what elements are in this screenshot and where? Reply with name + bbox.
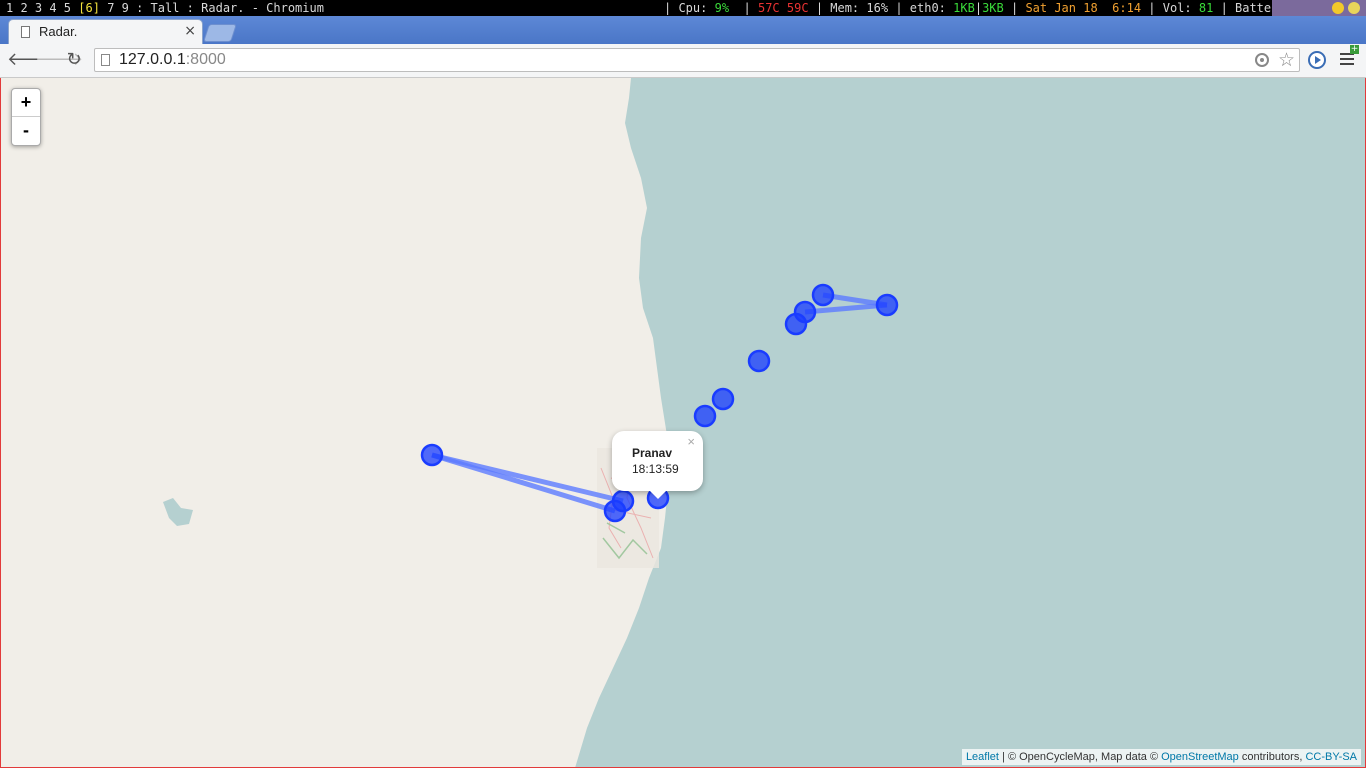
workspaces-after[interactable]: 7 9 xyxy=(107,1,129,15)
address-bar[interactable]: 127.0.0.1:8000 ☆ xyxy=(94,48,1300,72)
land-area xyxy=(1,78,669,767)
workspaces-before[interactable]: 1 2 3 4 5 xyxy=(6,1,71,15)
new-tab-button[interactable] xyxy=(203,24,237,42)
forward-button[interactable]: 🡒 xyxy=(35,49,83,71)
page-info-icon[interactable] xyxy=(101,54,110,66)
location-icon[interactable] xyxy=(1255,53,1269,67)
license-link[interactable]: CC-BY-SA xyxy=(1305,751,1357,763)
popup-close-icon[interactable]: × xyxy=(687,434,695,449)
url-port: :8000 xyxy=(185,51,226,68)
date: Sat Jan 18 xyxy=(1025,1,1098,15)
location-marker[interactable] xyxy=(747,349,771,373)
clock: 6:14 xyxy=(1112,1,1142,15)
net-up: 3KB xyxy=(982,1,1004,15)
temp-2: 59C xyxy=(786,1,809,15)
window-title: Radar. - Chromium xyxy=(201,1,324,15)
system-stats: | Cpu: 9% | 57C 59C | Mem: 16% | eth0: 1… xyxy=(664,1,1286,15)
location-marker[interactable] xyxy=(875,293,899,317)
update-badge: + xyxy=(1350,44,1359,54)
url-text[interactable]: 127.0.0.1:8000 xyxy=(119,51,226,69)
osm-link[interactable]: OpenStreetMap xyxy=(1161,751,1239,763)
vol-label: | Vol: xyxy=(1148,1,1192,15)
temp-1: 57C xyxy=(757,1,780,15)
location-marker[interactable] xyxy=(793,300,817,324)
back-button[interactable]: 🡐 xyxy=(7,49,55,71)
location-marker[interactable] xyxy=(811,283,835,307)
layout-label: : Tall : xyxy=(136,1,194,15)
attribution-text: | © OpenCycleMap, Map data © xyxy=(1002,751,1159,763)
url-host: 127.0.0.1 xyxy=(119,51,186,68)
page-icon xyxy=(21,26,30,38)
attribution-contributors: contributors, xyxy=(1241,751,1303,763)
workspace-current[interactable]: [6] xyxy=(78,1,100,15)
location-marker[interactable] xyxy=(693,404,717,428)
map-attribution: Leaflet | © OpenCycleMap, Map data © Ope… xyxy=(961,749,1361,765)
cpu-value: 9% xyxy=(714,1,730,15)
tray-moon-icon[interactable] xyxy=(1332,2,1344,14)
browser-toolbar: 🡐 🡒 ↻ 127.0.0.1:8000 ☆ + xyxy=(0,44,1366,78)
zoom-in-button[interactable]: + xyxy=(12,89,40,117)
status-bar: 1 2 3 4 5 [6] 7 9 : Tall : Radar. - Chro… xyxy=(0,0,1366,16)
workspace-list: 1 2 3 4 5 [6] 7 9 : Tall : Radar. - Chro… xyxy=(6,0,324,16)
tray-app-icon[interactable] xyxy=(1348,2,1360,14)
popup-name: Pranav xyxy=(632,446,673,460)
location-marker[interactable] xyxy=(611,489,635,513)
map-viewport[interactable]: + - × Pranav 18:13:59 Leaflet | © OpenCy… xyxy=(0,78,1366,768)
tab-strip: Radar. × xyxy=(0,16,1366,44)
extension-icon[interactable] xyxy=(1308,51,1326,69)
marker-popup: × Pranav 18:13:59 xyxy=(612,431,703,499)
track-line xyxy=(804,302,888,315)
popup-tip xyxy=(648,489,668,499)
cpu-label: | Cpu: xyxy=(664,1,708,15)
tab-close-icon[interactable]: × xyxy=(184,23,196,39)
mem-label: | Mem: xyxy=(815,1,860,15)
zoom-control: + - xyxy=(11,88,41,146)
net-label: | eth0: xyxy=(895,1,946,15)
location-marker[interactable] xyxy=(420,443,444,467)
location-marker[interactable] xyxy=(711,387,735,411)
vol-value: 81 xyxy=(1198,1,1214,15)
mem-value: 16% xyxy=(866,1,889,15)
bookmark-star-icon[interactable]: ☆ xyxy=(1278,49,1295,71)
net-down: 1KB xyxy=(953,1,975,15)
tab-title: Radar. xyxy=(39,24,78,39)
zoom-out-button[interactable]: - xyxy=(12,117,40,144)
reload-button[interactable]: ↻ xyxy=(63,49,85,71)
leaflet-link[interactable]: Leaflet xyxy=(966,751,999,763)
tab-radar[interactable]: Radar. × xyxy=(8,19,203,44)
system-tray xyxy=(1272,0,1366,16)
popup-time: 18:13:59 xyxy=(632,462,679,476)
map-tiles xyxy=(1,78,899,767)
hamburger-menu-icon[interactable] xyxy=(1340,53,1354,67)
